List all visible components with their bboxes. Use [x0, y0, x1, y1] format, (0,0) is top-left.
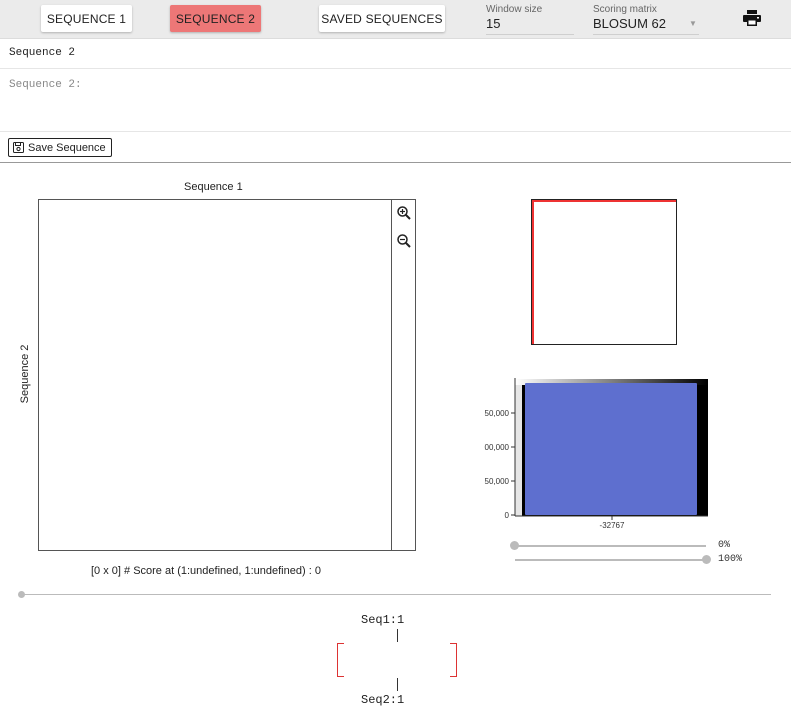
upper-threshold-value: 100%: [718, 554, 743, 565]
save-sequence-label: Save Sequence: [28, 141, 106, 154]
save-sequence-button[interactable]: Save Sequence: [8, 138, 112, 157]
scoring-matrix-select[interactable]: BLOSUM 62: [593, 16, 666, 31]
tab-sequence-1[interactable]: SEQUENCE 1: [41, 5, 132, 32]
lower-threshold-track[interactable]: [515, 545, 706, 547]
alignment-seq1-label: Seq1:1: [361, 613, 405, 627]
score-status: [0 x 0] # Score at (1:undefined, 1:undef…: [91, 565, 321, 577]
chevron-down-icon[interactable]: ▼: [689, 19, 697, 28]
hist-y-tick: 0: [505, 511, 510, 520]
plot-x-title: Sequence 1: [184, 181, 243, 193]
overview-viewport-left: [532, 200, 534, 344]
scoring-matrix-label: Scoring matrix: [593, 4, 657, 15]
dot-plot-canvas[interactable]: [38, 199, 416, 551]
alignment-bracket-right: [450, 643, 457, 677]
alignment-bracket-left: [337, 643, 344, 677]
hist-x-tick: -32767: [600, 521, 625, 530]
histogram-bar: [525, 383, 697, 515]
divider: [0, 131, 791, 132]
window-size-underline: [486, 34, 574, 35]
tab-saved-sequences[interactable]: SAVED SEQUENCES: [319, 5, 445, 32]
window-size-label: Window size: [486, 4, 543, 15]
divider: [0, 162, 791, 163]
scoring-matrix-underline: [593, 34, 699, 35]
upper-threshold-track[interactable]: [515, 559, 706, 561]
overview-viewport-top: [532, 200, 676, 202]
hist-y-tick: 00,000: [485, 443, 510, 452]
lower-threshold-handle[interactable]: [510, 541, 519, 550]
position-slider-handle[interactable]: [18, 591, 25, 598]
floppy-disk-icon: [13, 142, 24, 153]
plot-toolbar-divider: [391, 199, 392, 551]
print-icon[interactable]: [743, 10, 761, 26]
alignment-bottom-tick: [397, 678, 398, 691]
zoom-out-icon[interactable]: [396, 233, 412, 249]
position-slider-track[interactable]: [20, 594, 771, 595]
hist-y-tick: 50,000: [485, 477, 510, 486]
lower-threshold-value: 0%: [718, 540, 731, 551]
upper-threshold-handle[interactable]: [702, 555, 711, 564]
sequence-textarea[interactable]: Sequence 2:: [9, 79, 82, 91]
zoom-in-icon[interactable]: [396, 205, 412, 221]
window-size-input[interactable]: 15: [486, 16, 500, 31]
overview-map[interactable]: [531, 199, 677, 345]
alignment-top-tick: [397, 629, 398, 642]
score-histogram: 50,000 00,000 50,000 0 -32767: [485, 378, 708, 530]
plot-y-title: Sequence 2: [19, 344, 31, 404]
tab-sequence-2[interactable]: SEQUENCE 2: [170, 5, 261, 32]
alignment-seq2-label: Seq2:1: [361, 693, 405, 707]
divider: [0, 68, 791, 69]
hist-y-tick: 50,000: [485, 409, 510, 418]
sequence-name[interactable]: Sequence 2: [9, 47, 75, 59]
